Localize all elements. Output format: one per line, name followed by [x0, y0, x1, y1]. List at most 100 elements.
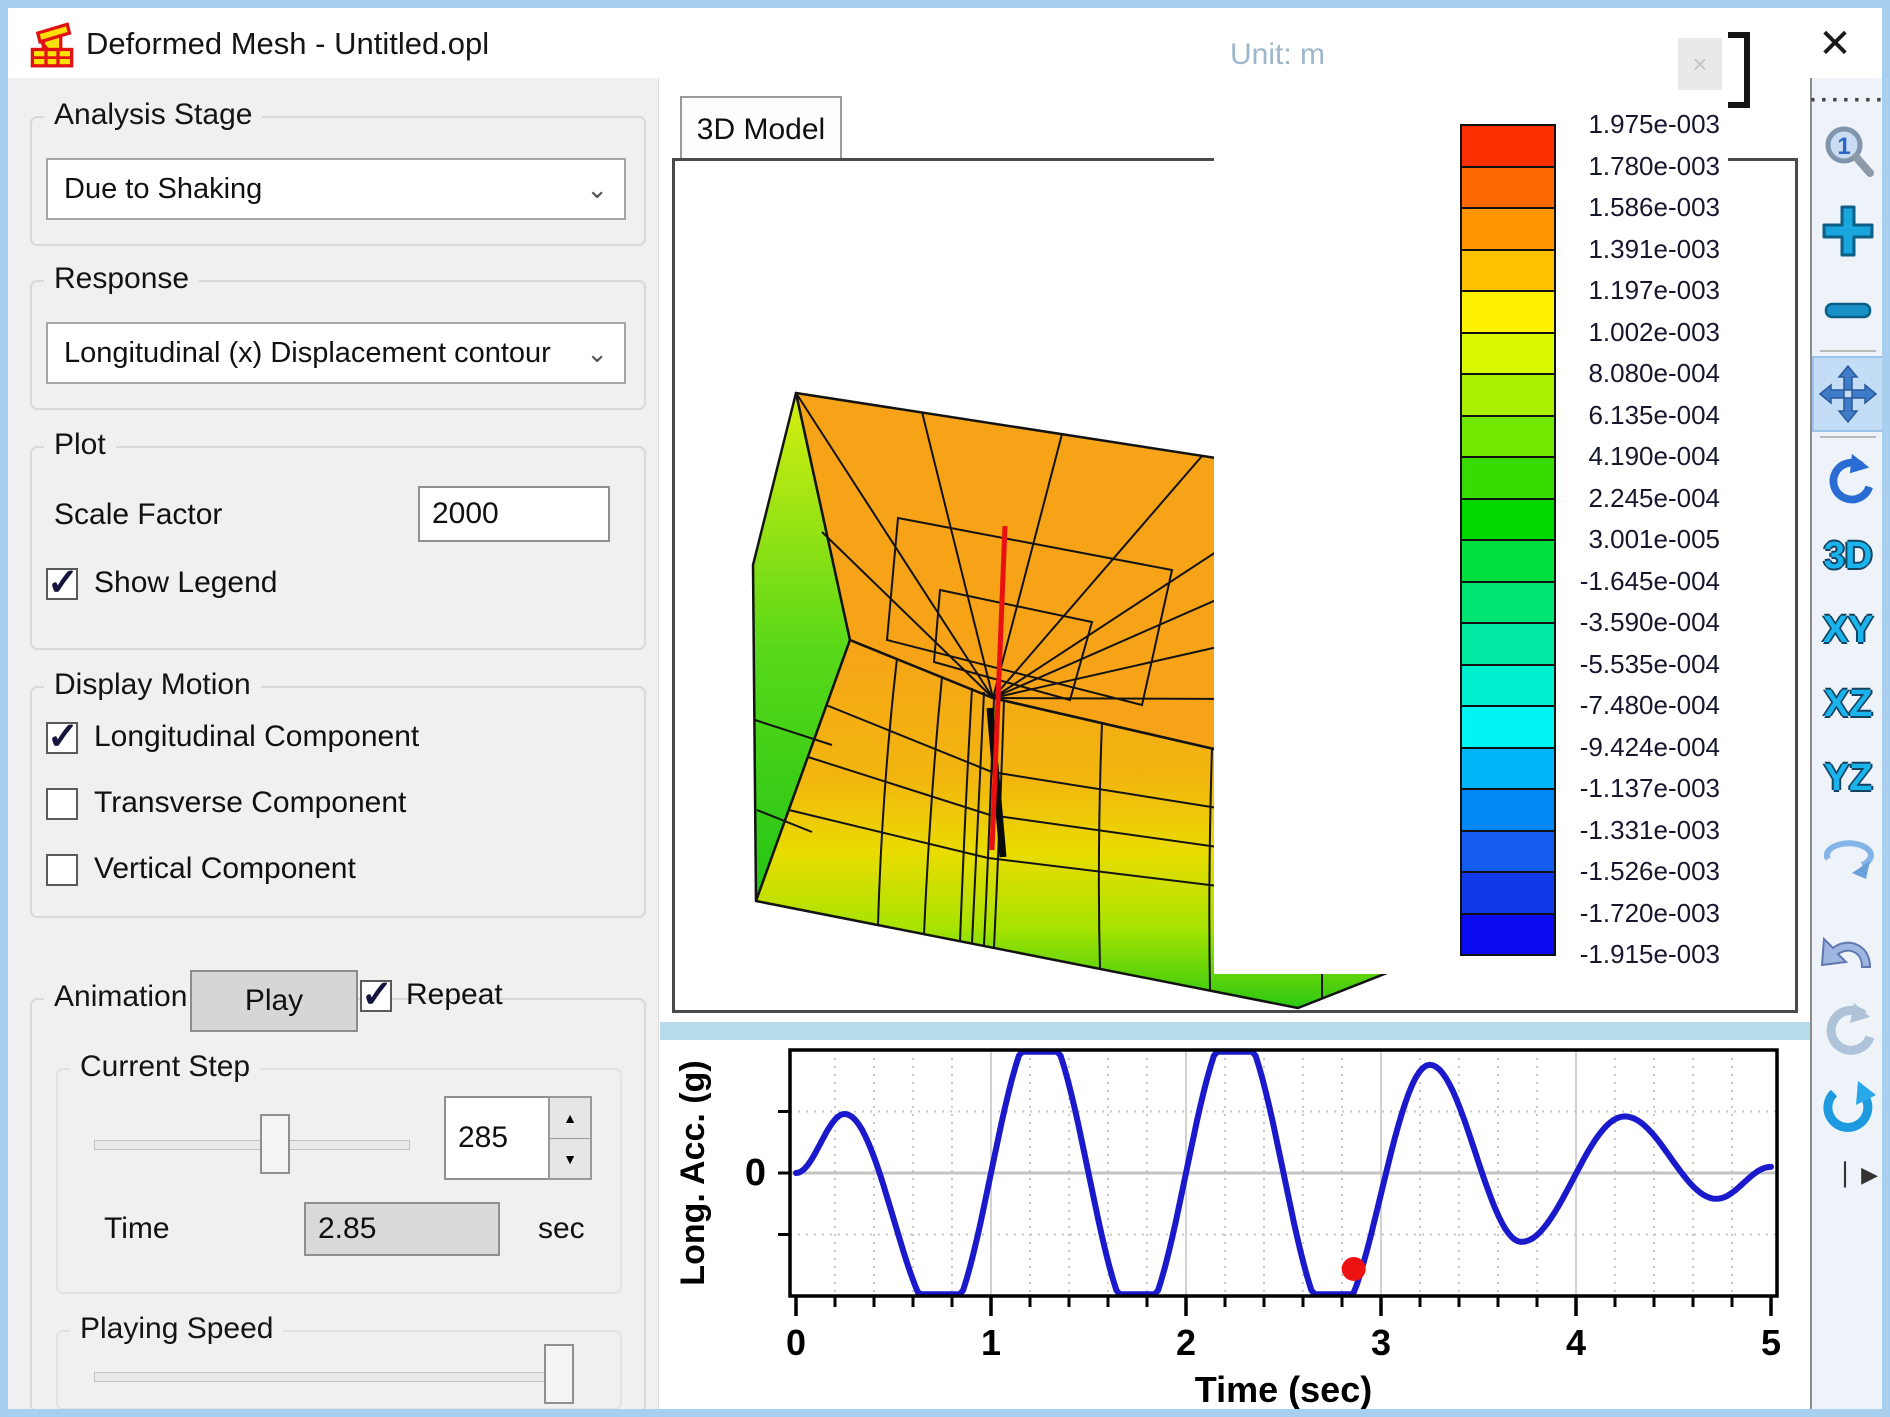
- display-motion-checkbox[interactable]: [46, 854, 78, 886]
- zoom-in-icon[interactable]: [1812, 196, 1884, 266]
- view-toolbar: ······· 1: [1810, 78, 1884, 1409]
- current-time-marker: [1342, 1257, 1366, 1281]
- svg-text:1: 1: [1837, 133, 1850, 160]
- animation-label: Animation: [44, 980, 197, 1014]
- legend-unit-label: Unit: m: [1230, 38, 1325, 72]
- response-label: Response: [44, 262, 199, 296]
- control-panel: Analysis Stage Due to Shaking ⌄ Response…: [8, 78, 659, 1409]
- legend-value-label: 6.135e-004: [1470, 399, 1720, 431]
- time-unit-label: sec: [538, 1212, 585, 1246]
- legend-value-label: -1.331e-003: [1470, 814, 1720, 846]
- current-step-value[interactable]: [444, 1096, 548, 1180]
- legend-value-label: -1.526e-003: [1470, 855, 1720, 887]
- zoom-out-icon[interactable]: [1812, 280, 1884, 340]
- playing-speed-slider-thumb[interactable]: [544, 1344, 574, 1404]
- scale-factor-input[interactable]: [418, 486, 610, 542]
- response-value: Longitudinal (x) Displacement contour: [64, 337, 551, 370]
- legend-value-label: -3.590e-004: [1470, 606, 1720, 638]
- chevron-down-icon: ⌄: [586, 174, 608, 205]
- x-tick-label: 2: [1176, 1322, 1196, 1363]
- legend-value-label: -9.424e-004: [1470, 731, 1720, 763]
- view-xz-button[interactable]: XZ: [1812, 674, 1884, 734]
- display-motion-item-label: Transverse Component: [94, 786, 406, 820]
- scale-factor-label: Scale Factor: [54, 498, 222, 532]
- x-tick-label: 3: [1371, 1322, 1391, 1363]
- x-tick-label: 1: [981, 1322, 1001, 1363]
- chevron-down-icon: ⌄: [586, 338, 608, 369]
- response-group: Response Longitudinal (x) Displacement c…: [30, 280, 646, 410]
- current-step-slider-track[interactable]: [94, 1140, 410, 1150]
- view-yz-button[interactable]: YZ: [1812, 748, 1884, 808]
- legend-value-label: 1.780e-003: [1470, 150, 1720, 182]
- legend-value-label: 1.197e-003: [1470, 274, 1720, 306]
- show-legend-checkbox[interactable]: [46, 568, 78, 600]
- playing-speed-slider-track[interactable]: [94, 1372, 574, 1382]
- close-icon[interactable]: ✕: [1808, 18, 1862, 70]
- toolbar-grip-icon[interactable]: ·······: [1812, 86, 1884, 116]
- legend-value-label: 1.002e-003: [1470, 316, 1720, 348]
- x-tick-label: 0: [786, 1322, 806, 1363]
- orbit-rotate-icon[interactable]: [1812, 818, 1884, 884]
- legend-value-label: -1.645e-004: [1470, 565, 1720, 597]
- legend-value-label: -1.137e-003: [1470, 772, 1720, 804]
- analysis-stage-value: Due to Shaking: [64, 173, 262, 206]
- acceleration-chart-svg: 0123450Time (sec)Long. Acc. (g): [664, 1040, 1814, 1417]
- display-motion-label: Display Motion: [44, 668, 261, 702]
- analysis-stage-group: Analysis Stage Due to Shaking ⌄: [30, 116, 646, 246]
- x-tick-label: 4: [1566, 1322, 1586, 1363]
- legend-value-label: -7.480e-004: [1470, 689, 1720, 721]
- acceleration-chart: 0123450Time (sec)Long. Acc. (g): [664, 1040, 1814, 1417]
- legend-value-label: 3.001e-005: [1470, 523, 1720, 555]
- analysis-stage-select[interactable]: Due to Shaking ⌄: [46, 158, 626, 220]
- plot-group: Plot Scale Factor Show Legend: [30, 446, 646, 650]
- playing-speed-group: Playing Speed: [56, 1330, 622, 1410]
- rotate-icon[interactable]: [1812, 446, 1884, 516]
- spinner-up-button[interactable]: ▲: [550, 1098, 590, 1139]
- view-xy-button[interactable]: XY: [1812, 600, 1884, 660]
- current-step-slider-thumb[interactable]: [260, 1114, 290, 1174]
- display-motion-group: Display Motion Longitudinal ComponentTra…: [30, 686, 646, 918]
- spinner-down-button[interactable]: ▼: [550, 1139, 590, 1179]
- legend-panel: Unit: m × 1.975e-003 1.780e-003 1.586e-003…: [1214, 16, 1728, 974]
- repeat-checkbox[interactable]: [360, 980, 392, 1012]
- undo-arrow-icon[interactable]: [1812, 916, 1884, 986]
- legend-value-label: 1.586e-003: [1470, 191, 1720, 223]
- time-value-field: 2.85: [304, 1202, 500, 1256]
- zoom-actual-icon[interactable]: 1: [1812, 118, 1884, 184]
- legend-value-label: 4.190e-004: [1470, 440, 1720, 472]
- pan-icon-selected[interactable]: [1812, 356, 1884, 432]
- view-3d-button[interactable]: 3D: [1812, 526, 1884, 586]
- plot-label: Plot: [44, 428, 116, 462]
- y-axis-title: Long. Acc. (g): [674, 1060, 712, 1285]
- display-motion-item-label: Vertical Component: [94, 852, 356, 886]
- legend-close-icon[interactable]: ×: [1678, 38, 1722, 90]
- display-motion-item-label: Longitudinal Component: [94, 720, 419, 754]
- x-axis-title: Time (sec): [1195, 1369, 1372, 1410]
- time-label: Time: [104, 1212, 170, 1246]
- show-legend-label: Show Legend: [94, 566, 278, 600]
- display-motion-checkbox[interactable]: [46, 722, 78, 754]
- toolbar-separator: [1820, 350, 1876, 352]
- analysis-stage-label: Analysis Stage: [44, 98, 262, 132]
- legend-value-label: 1.975e-003: [1470, 108, 1720, 140]
- tab-3d-model[interactable]: 3D Model: [680, 96, 842, 162]
- current-step-group: Current Step ▲ ▼ Time 2.85 sec: [56, 1068, 622, 1294]
- playing-speed-label: Playing Speed: [70, 1312, 283, 1346]
- play-button[interactable]: Play: [190, 970, 358, 1032]
- toolbar-expand-icon[interactable]: ▏▶: [1812, 1160, 1884, 1190]
- current-step-spinner: ▲ ▼: [548, 1096, 592, 1180]
- legend-value-label: -1.720e-003: [1470, 897, 1720, 929]
- legend-value-label: -5.535e-004: [1470, 648, 1720, 680]
- loop-rotate-icon[interactable]: [1812, 994, 1884, 1064]
- legend-value-label: 1.391e-003: [1470, 233, 1720, 265]
- app-window: Deformed Mesh - Untitled.opl ✕ Analysis …: [0, 0, 1890, 1417]
- app-icon: [30, 20, 74, 68]
- y-zero-label: 0: [745, 1152, 766, 1194]
- legend-value-label: 8.080e-004: [1470, 357, 1720, 389]
- response-select[interactable]: Longitudinal (x) Displacement contour ⌄: [46, 322, 626, 384]
- repeat-label: Repeat: [406, 978, 503, 1012]
- display-motion-checkbox[interactable]: [46, 788, 78, 820]
- toolbar-separator: [1820, 436, 1876, 438]
- horizontal-separator: [660, 1022, 1810, 1040]
- redo-refresh-icon[interactable]: [1812, 1074, 1884, 1144]
